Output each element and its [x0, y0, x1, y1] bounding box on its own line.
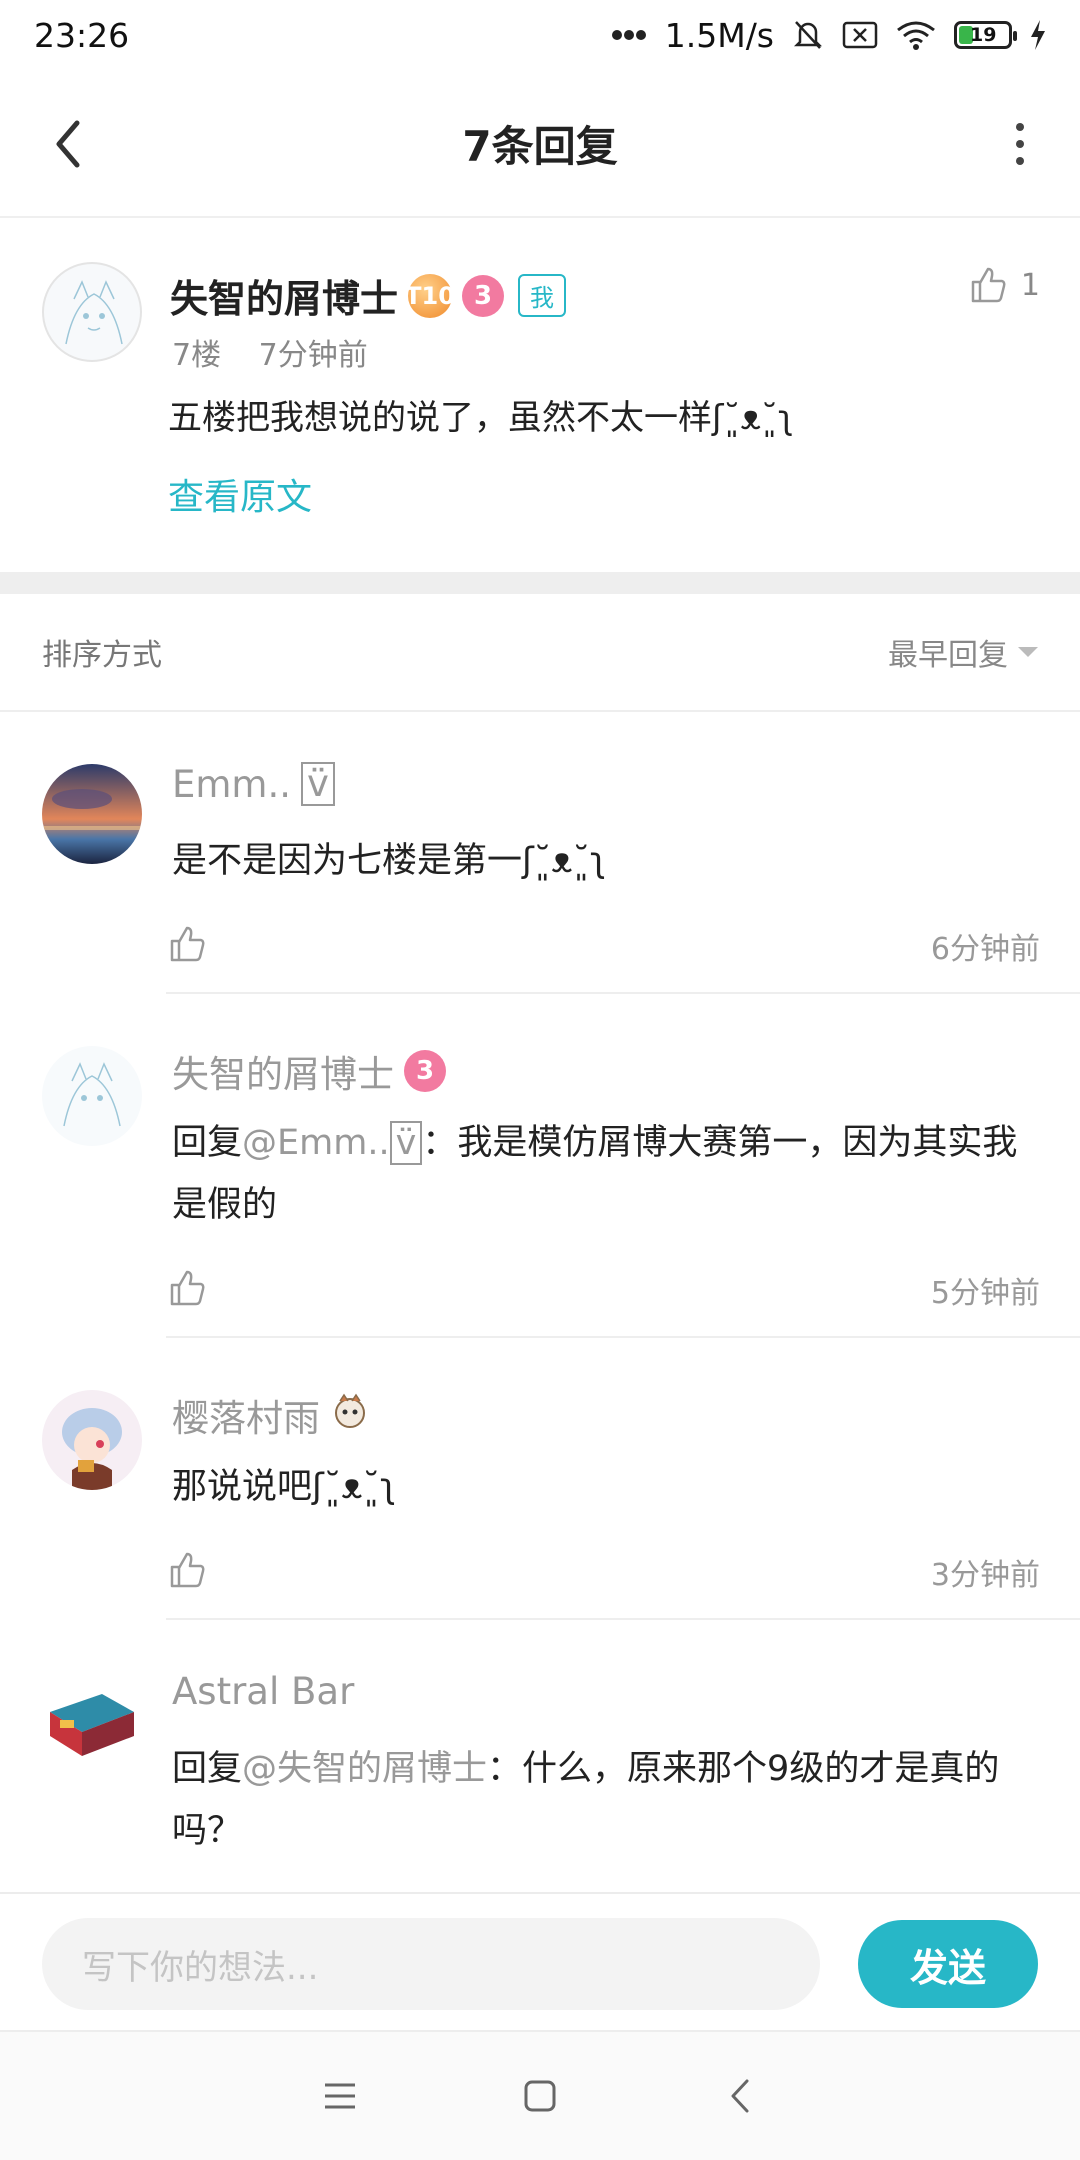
wifi-icon: [896, 20, 936, 50]
status-icons: 1.5M/s 19: [611, 16, 1046, 55]
reply-text: 是不是因为七楼是第一ʃ˘͈ᴥ˘͈ʅ: [172, 841, 607, 881]
more-vertical-icon: [1016, 123, 1024, 131]
reply-footer: 3分钟前: [168, 1550, 1040, 1594]
comment-time: 7分钟前: [258, 338, 368, 373]
like-count: 1: [1020, 267, 1040, 303]
page-title: 7条回复: [462, 121, 618, 171]
medal-badge: 3: [404, 1050, 446, 1092]
battery-icon: 19: [954, 21, 1017, 49]
section-divider: [0, 572, 1080, 594]
view-original-link[interactable]: 查看原文: [168, 468, 312, 520]
like-button[interactable]: [168, 1269, 206, 1311]
reply-item: Emm.. v̈ 是不是因为七楼是第一ʃ˘͈ᴥ˘͈ʅ 6分钟前: [0, 712, 1080, 994]
username[interactable]: Emm.. v̈: [172, 762, 335, 806]
username[interactable]: 失智的屑博士 3: [172, 1044, 446, 1098]
reply-footer: 6分钟前: [168, 924, 1040, 968]
reply-time: 5分钟前: [930, 1276, 1040, 1311]
no-sim-icon: [842, 21, 878, 49]
send-button[interactable]: 发送: [858, 1920, 1038, 2008]
comment-text: 五楼把我想说的说了，虽然不太一样ʃ˘͈ᴥ˘͈ʅ: [168, 398, 794, 438]
home-nav-button[interactable]: [510, 2066, 570, 2126]
top-comment: 失智的屑博士 T10 3 我 7楼 7分钟前 五楼把我想说的说了，虽然不太一样ʃ…: [0, 218, 1080, 572]
battery-level: 19: [970, 24, 997, 46]
username[interactable]: 樱落村雨: [172, 1388, 370, 1442]
more-button[interactable]: [1000, 114, 1040, 174]
mention-link[interactable]: @失智的屑博士: [242, 1749, 487, 1789]
reply-item: Astral Bar 回复@失智的屑博士：什么，原来那个9级的才是真的吗？: [0, 1620, 1080, 1892]
mention-link[interactable]: @Emm.. v̈: [242, 1121, 423, 1165]
reply-footer: 5分钟前: [168, 1268, 1040, 1312]
like-button[interactable]: [168, 925, 206, 967]
comment-meta: 7楼 7分钟前: [172, 330, 396, 374]
avatar[interactable]: [42, 1046, 142, 1146]
thumbs-up-icon: [971, 267, 1006, 303]
pet-badge-icon: [330, 1391, 370, 1440]
avatar[interactable]: [42, 1672, 142, 1772]
reply-time: 6分钟前: [930, 932, 1040, 967]
thumbs-up-icon: [170, 1552, 205, 1588]
header-bar: 7条回复: [0, 70, 1080, 218]
username-row: 失智的屑博士 T10 3 我: [170, 268, 567, 323]
avatar[interactable]: [42, 262, 142, 362]
reply-text: 回复@失智的屑博士：什么，原来那个9级的才是真的吗？: [172, 1749, 1000, 1851]
home-square-icon: [524, 2080, 556, 2112]
sort-value: 最早回复: [888, 638, 1008, 673]
me-badge: 我: [518, 274, 567, 317]
caret-down-icon: [1018, 647, 1038, 657]
medal-badge: 3: [462, 274, 505, 317]
signal-dots-icon: [611, 29, 647, 41]
reply-prefix: 回复: [172, 1123, 243, 1163]
username-emoji-box: v̈: [301, 762, 335, 806]
reply-prefix: 回复: [172, 1749, 243, 1789]
back-nav-button[interactable]: [710, 2066, 770, 2126]
network-speed: 1.5M/s: [664, 15, 774, 55]
charging-icon: [1030, 20, 1046, 50]
like-button[interactable]: 1: [969, 266, 1040, 304]
username[interactable]: Astral Bar: [172, 1670, 354, 1713]
chevron-left-icon: [56, 120, 80, 168]
sort-label: 排序方式: [42, 638, 162, 673]
menu-nav-button[interactable]: [310, 2066, 370, 2126]
status-time: 23:26: [34, 15, 130, 55]
reply-text: 那说说吧ʃ˘͈ᴥ˘͈ʅ: [172, 1467, 397, 1507]
avatar[interactable]: [42, 1390, 142, 1490]
status-bar: 23:26 1.5M/s 19: [0, 0, 1080, 70]
username[interactable]: 失智的屑博士: [170, 268, 398, 323]
reply-item: 失智的屑博士 3 回复@Emm.. v̈ ：我是模仿屑博大赛第一，因为其实我是假的 …: [0, 994, 1080, 1338]
reply-time: 3分钟前: [930, 1558, 1040, 1593]
floor-number: 7楼: [172, 338, 222, 373]
reply-item: 樱落村雨 那说说吧ʃ˘͈ᴥ˘͈ʅ 3分钟前: [0, 1338, 1080, 1620]
username-emoji-box: v̈: [389, 1121, 423, 1165]
thumbs-up-icon: [170, 926, 205, 962]
comment-input-bar: 写下你的想法... 发送: [0, 1892, 1080, 2030]
level-badge: T10: [405, 273, 455, 318]
back-button[interactable]: [38, 114, 98, 174]
like-button[interactable]: [168, 1551, 206, 1593]
thumbs-up-icon: [170, 1270, 205, 1306]
back-triangle-icon: [731, 2079, 749, 2113]
comment-input[interactable]: 写下你的想法...: [42, 1918, 820, 2010]
sort-bar: 排序方式 最早回复: [0, 594, 1080, 712]
reply-text: 回复@Emm.. v̈ ：我是模仿屑博大赛第一，因为其实我是假的: [172, 1121, 1018, 1225]
menu-icon: [325, 2083, 355, 2109]
avatar[interactable]: [42, 764, 142, 864]
system-nav-bar: [0, 2030, 1080, 2160]
mute-bell-icon: [792, 18, 824, 52]
sort-dropdown[interactable]: 最早回复: [888, 630, 1038, 674]
